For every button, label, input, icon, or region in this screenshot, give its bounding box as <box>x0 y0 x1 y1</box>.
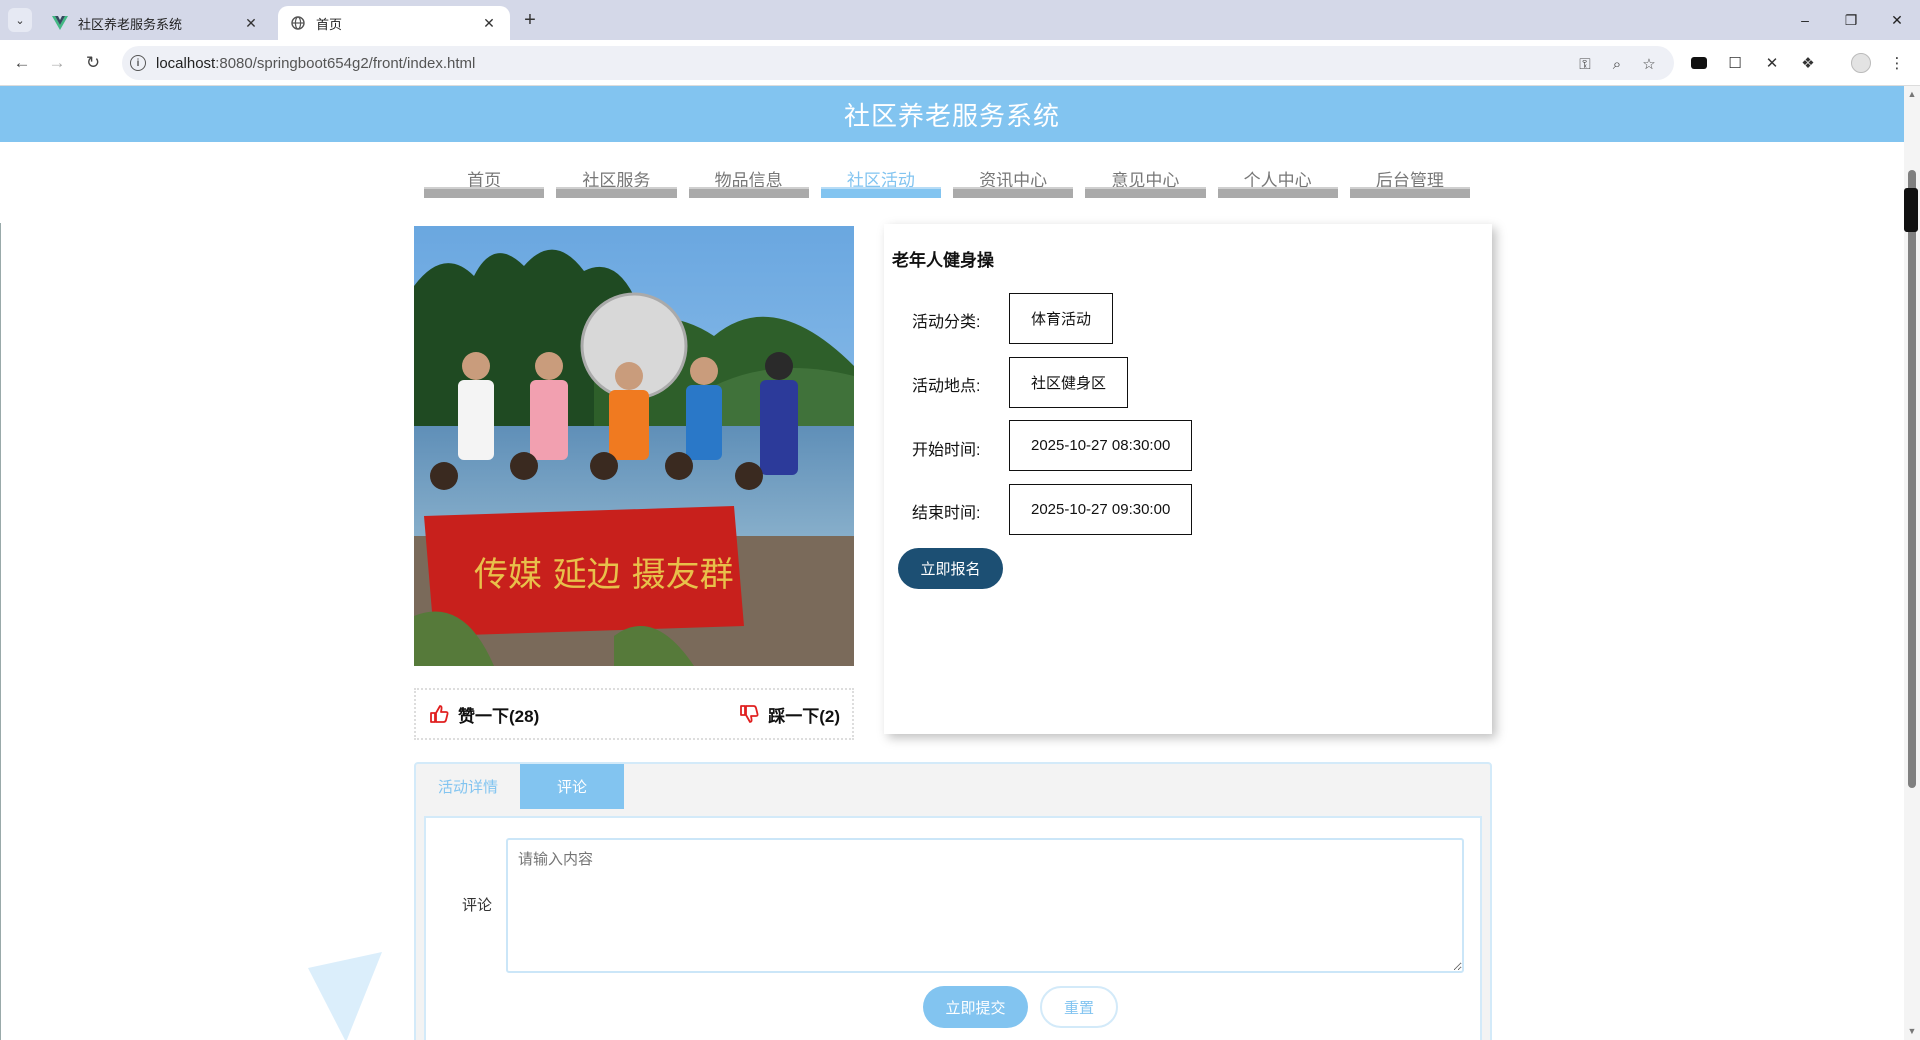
comment-textarea[interactable] <box>506 838 1464 973</box>
activity-detail-card <box>884 224 1492 734</box>
field-value-end-time: 2025-10-27 09:30:00 <box>1009 484 1193 535</box>
browser-tabstrip: ⌄ 社区养老服务系统 ✕ 首页 ✕ + – ❐ ✕ <box>0 0 1920 40</box>
password-key-icon[interactable]: ⚿ <box>1575 54 1595 74</box>
nav-item-feedback[interactable]: 意见中心 <box>1085 158 1206 198</box>
comment-form: 评论 立即提交 重置 <box>424 816 1482 1040</box>
thumbs-up-icon <box>428 703 450 725</box>
browser-toolbar: ← → ↻ i localhost:8080/springboot654g2/f… <box>0 40 1920 86</box>
page-scrollbar[interactable]: ▲ ▼ <box>1904 86 1920 1040</box>
browser-tab-inactive[interactable]: 社区养老服务系统 ✕ <box>40 6 272 40</box>
thumbs-down-icon <box>738 703 760 725</box>
dislike-label: 踩一下(2) <box>768 706 840 726</box>
field-label-location: 活动地点: <box>912 378 981 395</box>
forward-arrow-icon[interactable]: → <box>45 51 69 75</box>
window-close-icon[interactable]: ✕ <box>1874 0 1920 40</box>
scrollbar-thumb[interactable] <box>1908 170 1916 788</box>
extension-app-icon[interactable] <box>1688 52 1710 74</box>
back-arrow-icon[interactable]: ← <box>10 51 34 75</box>
site-title: 社区养老服务系统 <box>843 100 1060 131</box>
submit-button[interactable]: 立即提交 <box>923 986 1028 1028</box>
nav-item-personal[interactable]: 个人中心 <box>1217 158 1339 198</box>
nav-item-goods[interactable]: 物品信息 <box>688 158 810 198</box>
close-icon[interactable]: ✕ <box>242 14 260 32</box>
nav-item-home[interactable]: 首页 <box>424 158 545 198</box>
new-tab-button[interactable]: + <box>519 9 541 31</box>
tab-comments[interactable]: 评论 <box>520 764 624 809</box>
detail-tabs: 活动详情 评论 <box>416 764 1490 809</box>
tab-title: 社区养老服务系统 <box>78 16 183 32</box>
decorative-triangle <box>308 952 382 1040</box>
field-value-start-time: 2025-10-27 08:30:00 <box>1009 420 1193 471</box>
restore-icon[interactable]: ❐ <box>1828 0 1874 40</box>
tab-title: 首页 <box>316 16 343 32</box>
activity-title: 老年人健身操 <box>892 251 994 270</box>
vue-favicon-icon <box>52 15 68 31</box>
field-label-category: 活动分类: <box>912 314 981 331</box>
vote-bar: 赞一下(28) 踩一下(2) <box>414 688 854 740</box>
scroll-up-icon[interactable]: ▲ <box>1907 89 1917 99</box>
page-divider <box>0 223 1 1040</box>
close-x-extension-icon[interactable]: ✕ <box>1761 52 1783 74</box>
nav-item-community-service[interactable]: 社区服务 <box>556 158 677 198</box>
tab-search-button[interactable]: ⌄ <box>8 8 32 32</box>
activity-photo: 传媒 延边 摄友群 <box>414 226 854 666</box>
minimize-icon[interactable]: – <box>1782 0 1828 40</box>
detail-tabs-panel: 活动详情 评论 评论 立即提交 重置 <box>414 762 1492 1040</box>
bookmark-star-icon[interactable]: ☆ <box>1639 54 1659 74</box>
zoom-icon[interactable]: ⌕ <box>1607 54 1627 74</box>
signup-button[interactable]: 立即报名 <box>898 548 1003 589</box>
site-info-icon[interactable]: i <box>130 55 146 71</box>
profile-avatar-icon[interactable] <box>1850 52 1872 74</box>
browser-tab-active[interactable]: 首页 ✕ <box>278 6 510 40</box>
nav-item-community-activity[interactable]: 社区活动 <box>820 158 942 198</box>
like-button[interactable]: 赞一下(28) <box>428 702 539 727</box>
field-value-category: 体育活动 <box>1009 293 1114 344</box>
field-label-start-time: 开始时间: <box>912 442 981 459</box>
banner-text: 传媒 延边 摄友群 <box>474 555 734 595</box>
field-label-end-time: 结束时间: <box>912 505 981 522</box>
main-nav: 首页 社区服务 物品信息 社区活动 资讯中心 意见中心 个人中心 后台管理 <box>424 158 1482 198</box>
page-viewport: 社区养老服务系统 首页 社区服务 物品信息 社区活动 资讯中心 意见中心 个人中… <box>0 86 1904 1040</box>
chevron-down-icon: ⌄ <box>15 14 25 27</box>
puzzle-extensions-icon[interactable]: ❖ <box>1797 52 1819 74</box>
more-menu-icon[interactable]: ⋮ <box>1886 52 1908 74</box>
tab-activity-details[interactable]: 活动详情 <box>416 764 520 809</box>
field-value-location: 社区健身区 <box>1009 357 1129 408</box>
nav-item-news[interactable]: 资讯中心 <box>953 158 1074 198</box>
nav-item-admin[interactable]: 后台管理 <box>1349 158 1471 198</box>
dislike-button[interactable]: 踩一下(2) <box>738 702 840 727</box>
address-bar[interactable]: i localhost:8080/springboot654g2/front/i… <box>122 46 1674 80</box>
globe-icon <box>290 15 306 31</box>
scroll-down-icon[interactable]: ▼ <box>1907 1026 1917 1036</box>
like-label: 赞一下(28) <box>458 706 540 726</box>
site-header: 社区养老服务系统 <box>0 86 1904 142</box>
reset-button[interactable]: 重置 <box>1040 986 1118 1028</box>
scroll-marker <box>1904 188 1918 232</box>
comment-label: 评论 <box>462 897 493 914</box>
url-text[interactable]: localhost:8080/springboot654g2/front/ind… <box>156 55 475 72</box>
reload-icon[interactable]: ↻ <box>81 51 105 75</box>
bookmark-icon[interactable]: ☐ <box>1724 52 1746 74</box>
close-icon[interactable]: ✕ <box>480 14 498 32</box>
